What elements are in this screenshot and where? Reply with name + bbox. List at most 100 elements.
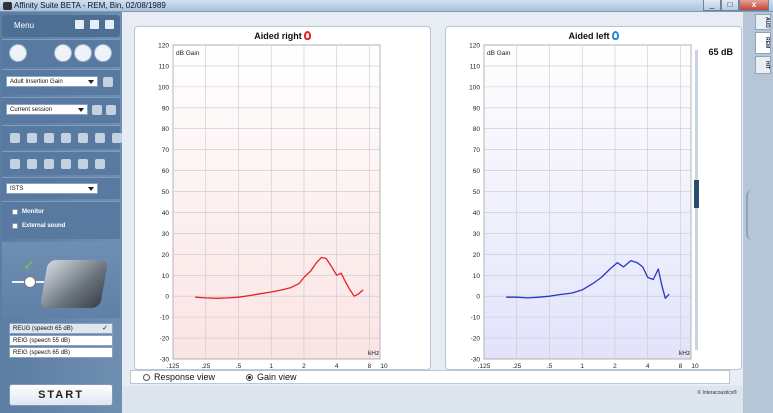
- x-tick-label: .5: [236, 363, 242, 370]
- tab-rem[interactable]: REM: [755, 32, 771, 54]
- list-item-label: REIG (speech 55 dB): [13, 338, 71, 344]
- save-icon[interactable]: [90, 20, 99, 29]
- gain-view-radio-dot[interactable]: [246, 373, 253, 381]
- y-tick-label: 40: [162, 210, 170, 217]
- gain-view-radio[interactable]: Gain view: [246, 372, 297, 382]
- document-icon[interactable]: [27, 133, 37, 143]
- y-tick-label: 0: [476, 294, 480, 301]
- x-tick-label: 8: [679, 363, 683, 370]
- x-axis-label: kHz: [679, 350, 690, 357]
- y-tick-label: -20: [160, 336, 170, 343]
- y-tick-label: -10: [471, 315, 481, 322]
- monitor-checkbox[interactable]: Monitor: [12, 209, 44, 215]
- minimize-button[interactable]: _: [703, 0, 721, 11]
- measurement-panel: Adult Insertion Gain: [2, 69, 120, 95]
- y-tick-label: 10: [473, 273, 481, 280]
- x-tick-label: 8: [368, 363, 372, 370]
- probe-icon[interactable]: [78, 159, 88, 169]
- tab-hit[interactable]: HIT: [755, 56, 771, 74]
- left-ear-icon: [611, 31, 619, 40]
- window-title: Affinity Suite BETA - REM, Bin, 02/08/19…: [14, 1, 166, 10]
- level-slider-knob[interactable]: [24, 276, 36, 288]
- session-copy-icon[interactable]: [106, 105, 116, 115]
- y-tick-label: 70: [162, 147, 170, 154]
- settings-icon[interactable]: [103, 77, 113, 87]
- plot-area: [483, 44, 692, 360]
- ear-icon[interactable]: [10, 133, 20, 143]
- list-item[interactable]: REIG (speech 65 dB): [9, 347, 113, 358]
- y-tick-label: 60: [162, 168, 170, 175]
- power-icon[interactable]: [94, 44, 112, 62]
- left-chart-title: Aided left: [446, 31, 741, 41]
- start-button[interactable]: START: [9, 384, 113, 406]
- y-tick-label: 90: [162, 105, 170, 112]
- list-item[interactable]: REIG (speech 55 dB): [9, 335, 113, 346]
- print-icon[interactable]: [75, 20, 84, 29]
- y-tick-label: 30: [162, 231, 170, 238]
- response-view-label: Response view: [154, 372, 216, 382]
- maximize-button[interactable]: □: [721, 0, 739, 11]
- y-tick-label: 120: [469, 43, 480, 50]
- globe-icon[interactable]: [44, 133, 54, 143]
- camera-icon[interactable]: [112, 133, 122, 143]
- y-axis-label: dB Gain: [487, 50, 511, 57]
- session-tool-icon[interactable]: [92, 105, 102, 115]
- footer: © Interacoustics®: [122, 386, 743, 413]
- y-axis-label: dB Gain: [176, 50, 200, 57]
- tools-panel-2: [2, 151, 120, 175]
- left-chart-title-text: Aided left: [568, 31, 610, 41]
- mode-panel: [2, 39, 120, 67]
- list-item[interactable]: REUG (speech 65 dB) ✓: [9, 323, 113, 334]
- measurement-dropdown[interactable]: Adult Insertion Gain: [6, 76, 98, 87]
- view-selector: Response view Gain view: [130, 370, 730, 384]
- speaker-icon[interactable]: [95, 133, 105, 143]
- app-icon: [3, 2, 12, 10]
- chevron-down-icon: [88, 80, 94, 84]
- external-sound-checkbox-box[interactable]: [12, 223, 18, 229]
- response-view-radio-dot[interactable]: [143, 373, 150, 381]
- x-tick-label: 2: [613, 363, 617, 370]
- window-controls: _ □ x: [703, 0, 769, 12]
- tools-panel-1: [2, 125, 122, 149]
- y-tick-label: -20: [471, 336, 481, 343]
- chart-icon[interactable]: [44, 159, 54, 169]
- headset-icon[interactable]: [9, 44, 27, 62]
- table-icon[interactable]: [27, 159, 37, 169]
- y-tick-label: 50: [162, 189, 170, 196]
- signal-panel: ISTS: [2, 177, 120, 199]
- x-axis-label: kHz: [368, 350, 379, 357]
- close-button[interactable]: x: [739, 0, 769, 11]
- exit-icon[interactable]: [105, 20, 114, 29]
- monitor-label: Monitor: [22, 209, 44, 215]
- session-dropdown[interactable]: Current session: [6, 104, 88, 115]
- menu-button[interactable]: Menu: [14, 21, 34, 30]
- x-tick-label: 10: [691, 363, 699, 370]
- x-tick-label: 10: [380, 363, 388, 370]
- tab-aud[interactable]: AUD: [755, 14, 771, 30]
- check-icon: ✓: [23, 257, 35, 273]
- monitor-checkbox-box[interactable]: [12, 209, 18, 215]
- x-tick-label: 4: [646, 363, 650, 370]
- folder-icon[interactable]: [78, 133, 88, 143]
- report-icon[interactable]: [95, 159, 105, 169]
- response-view-radio[interactable]: Response view: [143, 372, 215, 382]
- level-vertical-slider[interactable]: [694, 50, 699, 350]
- gain-view-label: Gain view: [257, 372, 297, 382]
- signal-dropdown[interactable]: ISTS: [6, 183, 98, 194]
- panel-collapse-handle[interactable]: [746, 190, 754, 240]
- arrow-right-icon[interactable]: [74, 44, 92, 62]
- x-tick-label: .5: [547, 363, 553, 370]
- levels-icon[interactable]: [61, 159, 71, 169]
- y-tick-label: -10: [160, 315, 170, 322]
- level-vertical-slider-thumb[interactable]: [694, 180, 699, 208]
- main-area: 120 110 100 90 80 70 60 50 40 30 20 10 0 -10 -20 -30.12…: [122, 12, 743, 413]
- curve-icon[interactable]: [54, 44, 72, 62]
- grid-icon[interactable]: [61, 133, 71, 143]
- chevron-down-icon: [88, 187, 94, 191]
- x-tick-label: 2: [302, 363, 306, 370]
- external-sound-checkbox[interactable]: External sound: [12, 223, 65, 229]
- axis-icon[interactable]: [10, 159, 20, 169]
- x-tick-label: 4: [335, 363, 339, 370]
- y-tick-label: 110: [159, 63, 170, 70]
- x-tick-label: 1: [269, 363, 273, 370]
